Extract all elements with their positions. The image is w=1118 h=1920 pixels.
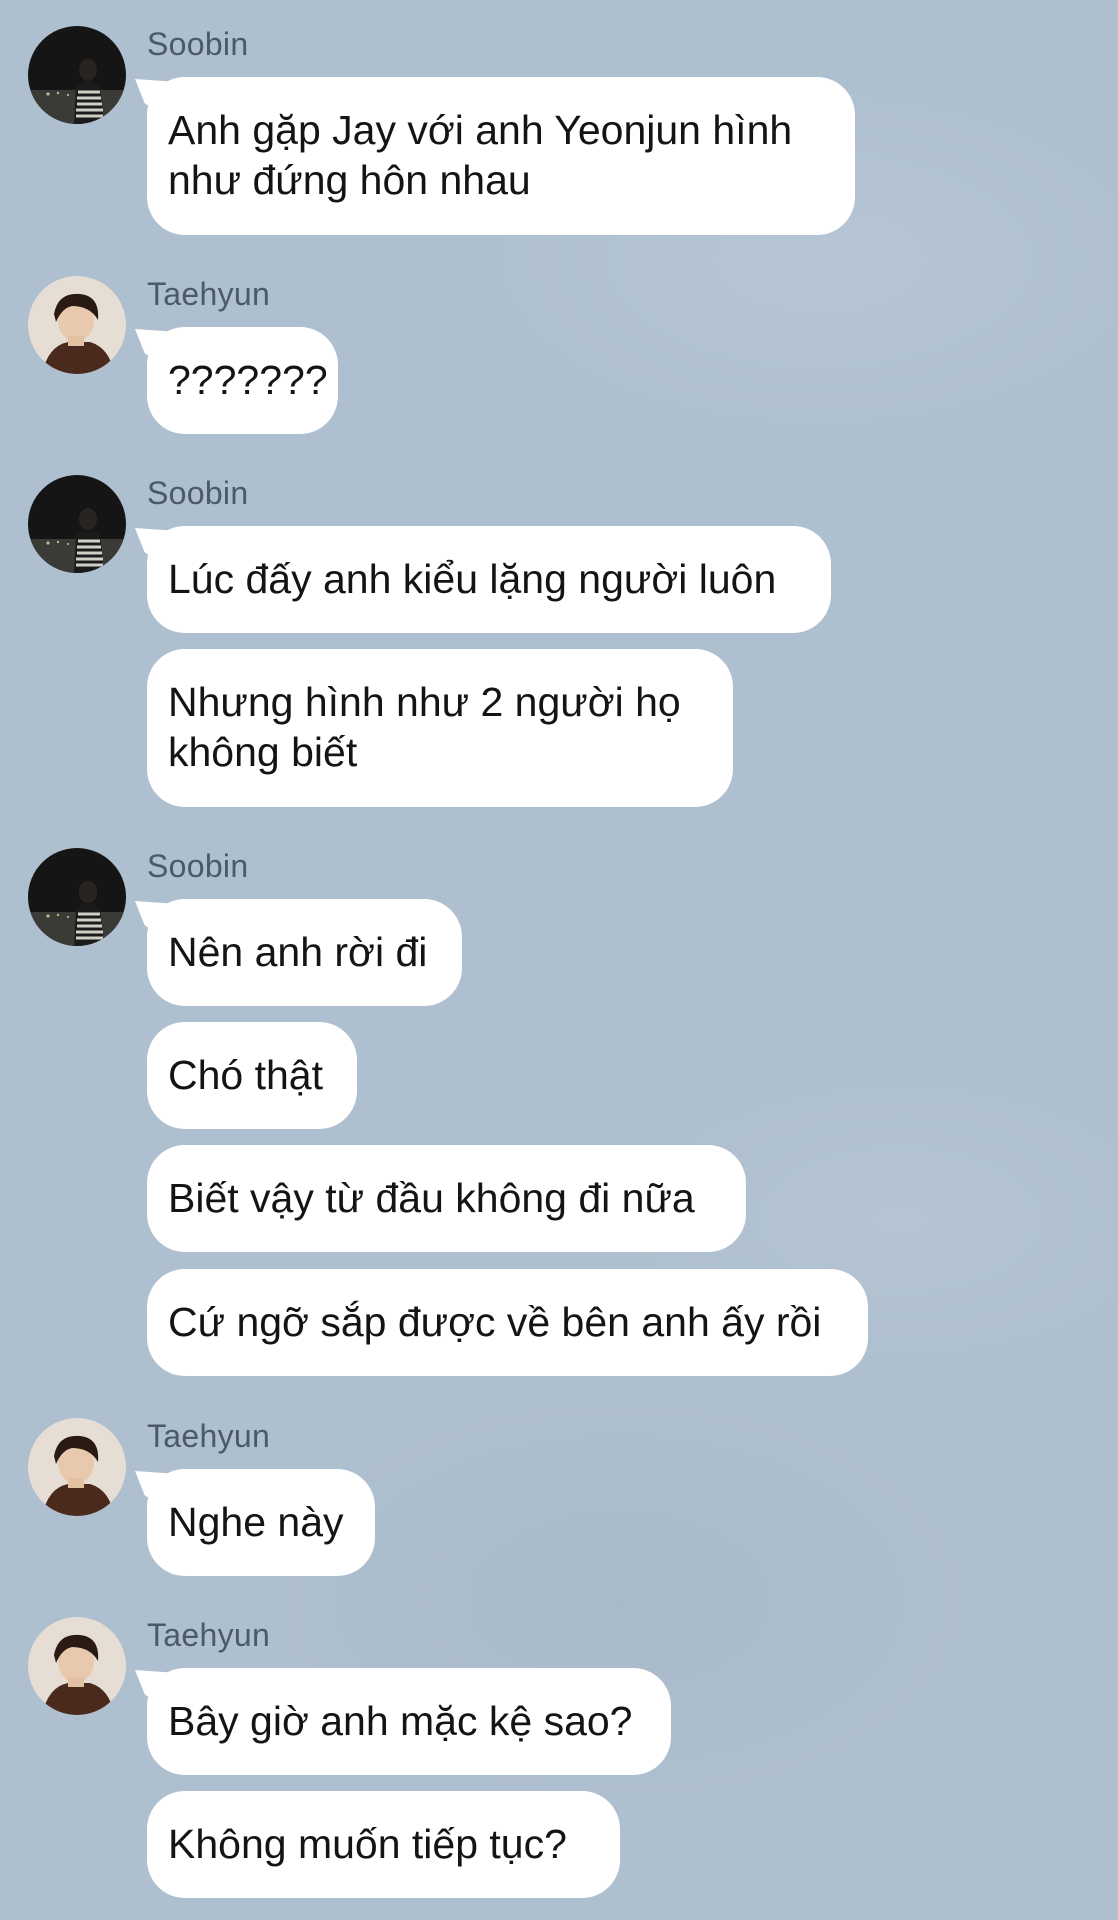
soobin-avatar[interactable] — [28, 475, 126, 573]
soobin-avatar[interactable] — [28, 848, 126, 946]
message-bubble[interactable]: Nghe này — [147, 1469, 375, 1576]
taehyun-avatar[interactable] — [28, 1418, 126, 1516]
soobin-avatar[interactable] — [28, 26, 126, 124]
taehyun-avatar[interactable] — [28, 276, 126, 374]
message-bubble[interactable]: Không muốn tiếp tục? — [147, 1791, 620, 1898]
message-bubble[interactable]: Bây giờ anh mặc kệ sao? — [147, 1668, 671, 1775]
sender-name: Taehyun — [147, 1617, 271, 1653]
chat-thread[interactable]: Soobin Anh gặp Jay với anh Yeonjun hình … — [0, 0, 1118, 1920]
message-bubble[interactable]: Chó thật — [147, 1022, 357, 1129]
sender-name: Taehyun — [147, 276, 271, 312]
message-bubble[interactable]: ??????? — [147, 327, 338, 434]
message-bubble[interactable]: Nhưng hình như 2 người họ không biết — [147, 649, 733, 807]
sender-name: Taehyun — [147, 1418, 271, 1454]
message-bubble[interactable]: Cứ ngỡ sắp được về bên anh ấy rồi — [147, 1269, 868, 1376]
taehyun-avatar[interactable] — [28, 1617, 126, 1715]
sender-name: Soobin — [147, 26, 249, 62]
sender-name: Soobin — [147, 475, 249, 511]
sender-name: Soobin — [147, 848, 249, 884]
message-bubble[interactable]: Nên anh rời đi — [147, 899, 462, 1006]
message-bubble[interactable]: Biết vậy từ đầu không đi nữa — [147, 1145, 746, 1252]
message-bubble[interactable]: Anh gặp Jay với anh Yeonjun hình như đứn… — [147, 77, 855, 235]
message-bubble[interactable]: Lúc đấy anh kiểu lặng người luôn — [147, 526, 831, 633]
